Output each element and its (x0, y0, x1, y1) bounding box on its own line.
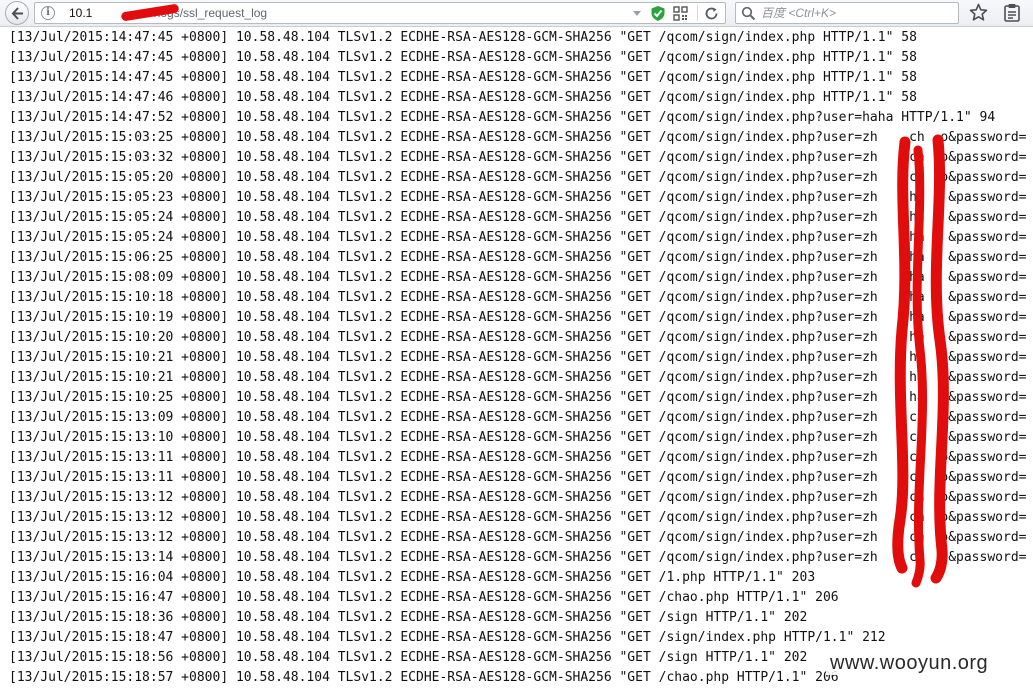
log-line: [13/Jul/2015:15:10:21 +0800] 10.58.48.10… (9, 370, 1027, 385)
log-line: [13/Jul/2015:15:10:20 +0800] 10.58.48.10… (9, 330, 1027, 345)
log-line: [13/Jul/2015:15:08:09 +0800] 10.58.48.10… (9, 270, 1027, 285)
log-line: [13/Jul/2015:15:18:47 +0800] 10.58.48.10… (9, 630, 886, 645)
shield-check-icon[interactable] (650, 5, 666, 22)
log-line: [13/Jul/2015:15:10:21 +0800] 10.58.48.10… (9, 350, 1027, 365)
info-icon[interactable]: i (41, 6, 55, 20)
back-arrow-icon (11, 7, 23, 20)
log-line: [13/Jul/2015:15:18:36 +0800] 10.58.48.10… (9, 610, 808, 625)
log-line: [13/Jul/2015:15:05:23 +0800] 10.58.48.10… (9, 190, 1027, 205)
back-button[interactable] (5, 1, 29, 25)
watermark: www.wooyun.org (826, 651, 993, 675)
log-line: [13/Jul/2015:15:13:12 +0800] 10.58.48.10… (9, 490, 1027, 505)
log-line: [13/Jul/2015:15:13:12 +0800] 10.58.48.10… (9, 510, 1027, 525)
url-host: 10.1 (69, 6, 93, 20)
log-line: [13/Jul/2015:15:10:18 +0800] 10.58.48.10… (9, 290, 1027, 305)
log-line: [13/Jul/2015:15:03:32 +0800] 10.58.48.10… (9, 150, 1027, 165)
chevron-down-icon[interactable] (632, 8, 642, 18)
log-line: [13/Jul/2015:15:05:20 +0800] 10.58.48.10… (9, 170, 1027, 185)
clipboard-icon[interactable] (1003, 3, 1021, 22)
search-box[interactable]: 百度 <Ctrl+K> (735, 2, 959, 24)
log-line: [13/Jul/2015:15:13:09 +0800] 10.58.48.10… (9, 410, 1027, 425)
log-line: [13/Jul/2015:15:10:25 +0800] 10.58.48.10… (9, 390, 1027, 405)
address-bar[interactable]: i 10.1/logs/ssl_request_log (34, 2, 726, 24)
star-icon[interactable] (969, 3, 988, 22)
log-content: [13/Jul/2015:14:47:45 +0800] 10.58.48.10… (9, 28, 1033, 688)
log-line: [13/Jul/2015:15:13:12 +0800] 10.58.48.10… (9, 530, 1027, 545)
url-bar-divider (697, 5, 698, 21)
log-line: [13/Jul/2015:15:06:25 +0800] 10.58.48.10… (9, 250, 1027, 265)
reload-icon[interactable] (704, 6, 719, 21)
browser-toolbar: i 10.1/logs/ssl_request_log 百度 <Ctrl+K> (0, 0, 1033, 27)
log-line: [13/Jul/2015:15:13:14 +0800] 10.58.48.10… (9, 550, 1027, 565)
log-line: [13/Jul/2015:15:10:19 +0800] 10.58.48.10… (9, 310, 1027, 325)
log-line: [13/Jul/2015:14:47:45 +0800] 10.58.48.10… (9, 50, 917, 65)
log-line: [13/Jul/2015:15:16:04 +0800] 10.58.48.10… (9, 570, 816, 585)
log-line: [13/Jul/2015:15:13:11 +0800] 10.58.48.10… (9, 450, 1027, 465)
log-line: [13/Jul/2015:15:13:10 +0800] 10.58.48.10… (9, 430, 1027, 445)
search-icon (741, 6, 756, 21)
log-line: [13/Jul/2015:15:03:25 +0800] 10.58.48.10… (9, 130, 1027, 145)
log-line: [13/Jul/2015:14:47:45 +0800] 10.58.48.10… (9, 70, 917, 85)
log-line: [13/Jul/2015:15:13:11 +0800] 10.58.48.10… (9, 470, 1027, 485)
log-line: [13/Jul/2015:14:47:45 +0800] 10.58.48.10… (9, 30, 917, 45)
search-placeholder: 百度 <Ctrl+K> (761, 6, 837, 20)
log-line: [13/Jul/2015:15:16:47 +0800] 10.58.48.10… (9, 590, 839, 605)
log-line: [13/Jul/2015:15:05:24 +0800] 10.58.48.10… (9, 230, 1027, 245)
log-line: [13/Jul/2015:15:05:24 +0800] 10.58.48.10… (9, 210, 1027, 225)
qr-code-icon[interactable] (673, 6, 688, 21)
log-line: [13/Jul/2015:14:47:52 +0800] 10.58.48.10… (9, 110, 996, 125)
log-line: [13/Jul/2015:14:47:46 +0800] 10.58.48.10… (9, 90, 917, 105)
